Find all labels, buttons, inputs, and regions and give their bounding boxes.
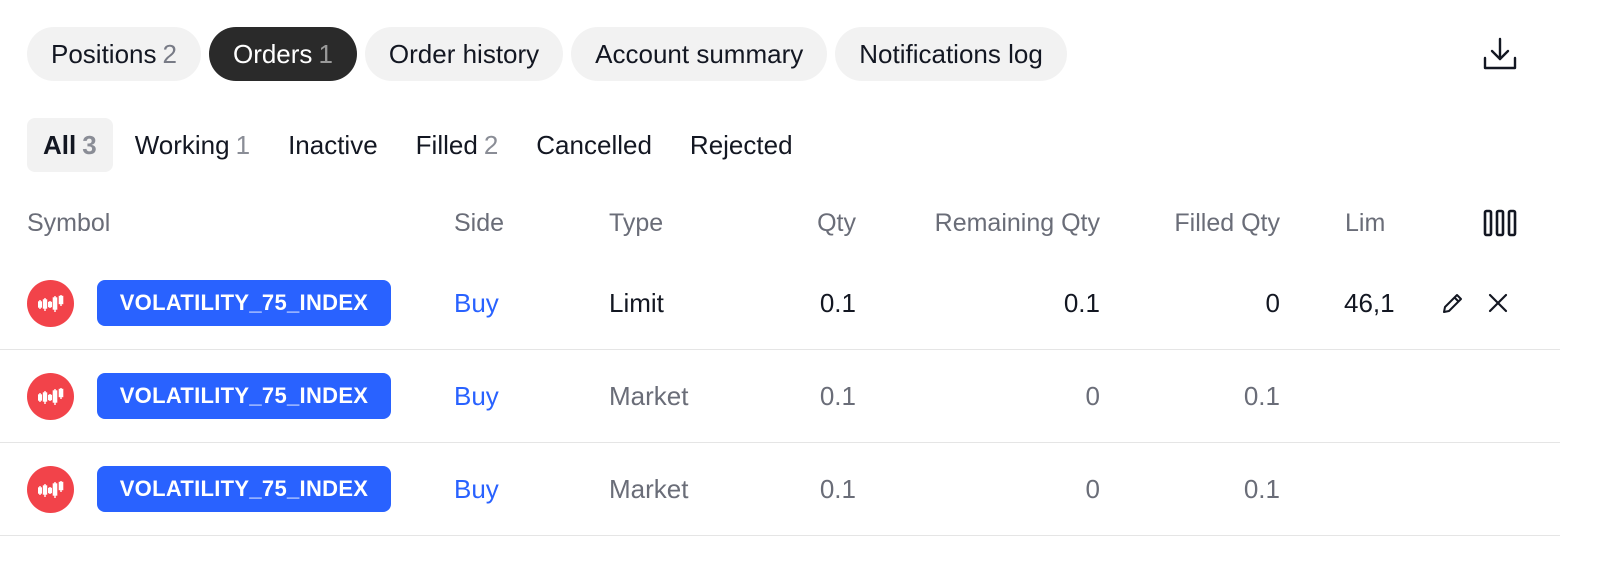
top-tabs: Positions 2 Orders 1 Order history Account… [27,27,1067,81]
type-cell: Limit [609,288,664,318]
orders-panel: Positions 2 Orders 1 Order history Account… [0,0,1618,580]
col-header-remaining-qty[interactable]: Remaining Qty [880,205,1100,241]
qty-cell: 0.1 [819,381,856,411]
filter-label: Working [134,130,230,160]
edit-order-button[interactable] [1440,290,1466,316]
download-icon [1483,37,1517,70]
type-cell: Market [609,381,689,411]
tab-label: Orders [232,39,313,69]
candlestick-icon [37,480,63,498]
filter-count: 3 [82,130,97,160]
filter-label: Inactive [288,130,378,160]
symbol-badge[interactable]: VOLATILITY_75_INDEX [97,373,391,419]
candlestick-icon [37,294,63,312]
close-icon [1488,293,1508,313]
filter-label: Cancelled [536,130,652,160]
tab-count: 2 [162,39,177,69]
limit-price-cell: 46,1 [1344,288,1395,318]
col-header-type[interactable]: Type [609,205,663,241]
symbol-logo [27,373,74,420]
row-divider [0,535,1560,536]
table-row[interactable]: VOLATILITY_75_INDEX Buy Limit 0.1 0.1 0 … [0,257,1560,350]
download-button[interactable] [1480,34,1520,74]
qty-cell: 0.1 [819,288,856,318]
filter-count: 2 [483,130,499,160]
col-header-side[interactable]: Side [454,205,504,241]
qty-cell: 0.1 [819,474,856,504]
table-row[interactable]: VOLATILITY_75_INDEX Buy Market 0.1 0 0.1 [0,443,1560,536]
column-settings-button[interactable] [1483,208,1517,238]
cancel-order-button[interactable] [1485,290,1511,316]
col-header-symbol[interactable]: Symbol [27,205,110,241]
tab-orders[interactable]: Orders 1 [208,27,357,81]
tab-positions[interactable]: Positions 2 [27,27,201,81]
remaining-qty-cell: 0.1 [1063,288,1100,318]
col-header-limit-price[interactable]: Lim [1345,205,1400,241]
tab-notifications-log[interactable]: Notifications log [835,27,1067,81]
filter-label: All [43,130,77,160]
tab-label: Account summary [595,39,804,69]
tab-label: Notifications log [859,39,1043,69]
tab-count: 1 [318,39,333,69]
type-cell: Market [609,474,689,504]
filter-all[interactable]: All 3 [27,118,113,172]
table-row[interactable]: VOLATILITY_75_INDEX Buy Market 0.1 0 0.1 [0,350,1560,443]
side-cell: Buy [454,474,499,504]
symbol-badge[interactable]: VOLATILITY_75_INDEX [97,280,391,326]
side-cell: Buy [454,288,499,318]
remaining-qty-cell: 0 [1085,381,1100,411]
filter-rejected[interactable]: Rejected [674,118,809,172]
candlestick-icon [37,387,63,405]
filled-qty-cell: 0 [1265,288,1280,318]
filter-count: 1 [235,130,251,160]
tab-account-summary[interactable]: Account summary [571,27,828,81]
filter-working[interactable]: Working 1 [119,118,266,172]
filled-qty-cell: 0.1 [1243,474,1280,504]
symbol-badge[interactable]: VOLATILITY_75_INDEX [97,466,391,512]
remaining-qty-cell: 0 [1085,474,1100,504]
symbol-logo [27,280,74,327]
side-cell: Buy [454,381,499,411]
tab-label: Positions [51,39,157,69]
col-header-filled-qty[interactable]: Filled Qty [1120,205,1280,241]
pencil-icon [1443,294,1462,313]
filter-label: Rejected [689,130,793,160]
col-header-qty[interactable]: Qty [756,205,856,241]
tab-label: Order history [388,39,540,69]
filled-qty-cell: 0.1 [1243,381,1280,411]
status-filter-tabs: All 3 Working 1 Inactive Filled 2 Cancelled… [27,118,809,172]
symbol-logo [27,466,74,513]
tab-order-history[interactable]: Order history [364,27,564,81]
filter-cancelled[interactable]: Cancelled [520,118,668,172]
column-settings-icon [1483,209,1517,237]
filter-label: Filled [415,130,478,160]
filter-inactive[interactable]: Inactive [272,118,394,172]
filter-filled[interactable]: Filled 2 [400,118,515,172]
